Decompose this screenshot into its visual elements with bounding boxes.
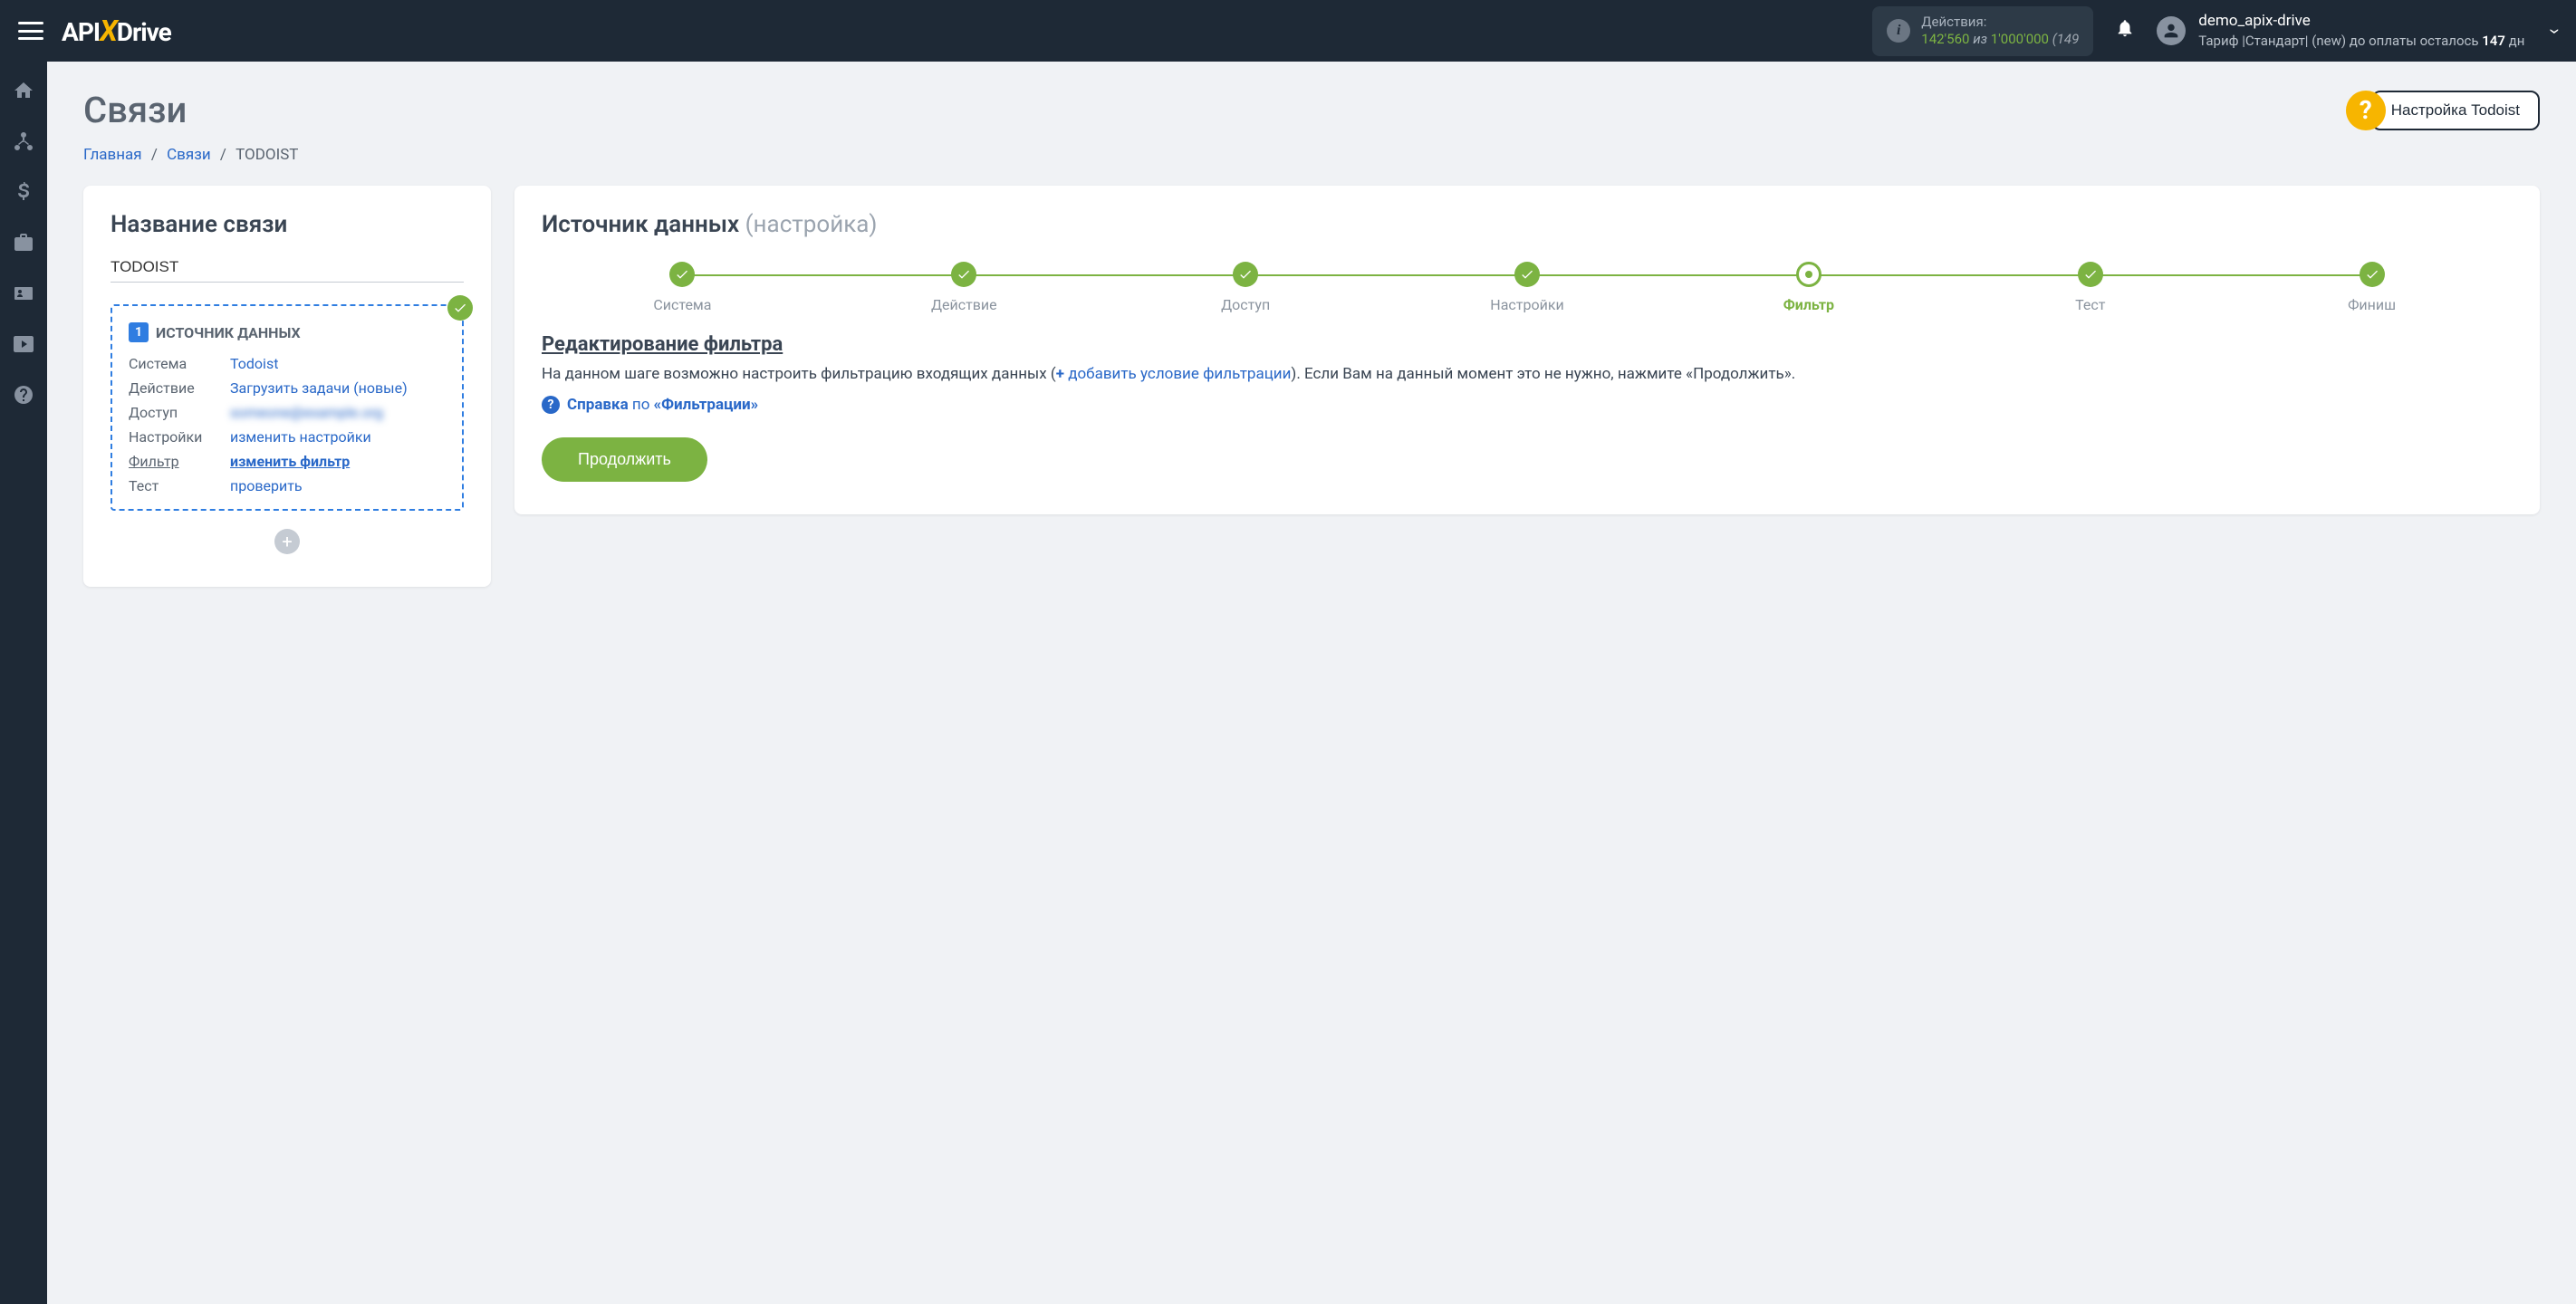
chevron-down-icon[interactable]: › [2543,28,2566,34]
setup-button[interactable]: Настройка Todoist [2371,91,2540,130]
user-block[interactable]: demo_apix-drive Тариф |Стандарт| (new) д… [2198,11,2524,50]
actions-counter[interactable]: i Действия: 142'560 из 1'000'000 (149 [1872,6,2093,56]
row-system-label: Система [129,355,219,372]
bell-icon[interactable] [2115,18,2135,43]
home-icon[interactable] [11,78,36,103]
row-system-value[interactable]: Todoist [230,355,446,372]
step-финиш[interactable]: Финиш [2231,262,2513,313]
main-content: Связи ? Настройка Todoist Главная / Связ… [47,62,2576,1304]
row-settings-value[interactable]: изменить настройки [230,428,446,446]
connection-name-card: Название связи 1 ИСТОЧНИК ДАННЫХ Система… [83,186,491,587]
help-icon[interactable] [11,382,36,408]
row-test-value[interactable]: проверить [230,477,446,494]
breadcrumb: Главная / Связи / TODOIST [83,146,2540,164]
step-фильтр[interactable]: Фильтр [1668,262,1949,313]
question-icon: ? [542,396,560,414]
step-система[interactable]: Система [542,262,823,313]
connection-name-input[interactable] [111,253,464,283]
step-настройки[interactable]: Настройки [1387,262,1668,313]
filter-heading: Редактирование фильтра [542,333,2513,356]
row-access-value[interactable]: someone@example.org [230,404,446,421]
row-action-value[interactable]: Загрузить задачи (новые) [230,379,446,397]
card-title: Название связи [111,211,464,238]
row-settings-label: Настройки [129,428,219,446]
breadcrumb-links[interactable]: Связи [167,146,211,164]
source-box-title: ИСТОЧНИК ДАННЫХ [156,324,301,341]
row-action-label: Действие [129,379,219,397]
connections-icon[interactable] [11,129,36,154]
app-header: APIXDrive i Действия: 142'560 из 1'000'0… [0,0,2576,62]
row-access-label: Доступ [129,404,219,421]
row-test-label: Тест [129,477,219,494]
page-title: Связи [83,89,187,131]
filter-description: На данном шаге возможно настроить фильтр… [542,363,2513,387]
data-source-config-card: Источник данных (настройка) СистемаДейст… [514,186,2540,514]
video-icon[interactable] [11,331,36,357]
continue-button[interactable]: Продолжить [542,437,707,482]
hamburger-menu[interactable] [18,22,43,40]
step-действие[interactable]: Действие [823,262,1105,313]
check-icon [447,295,473,321]
breadcrumb-current: TODOIST [235,146,298,164]
user-name: demo_apix-drive [2198,11,2524,32]
id-card-icon[interactable] [11,281,36,306]
data-source-box: 1 ИСТОЧНИК ДАННЫХ Система Todoist Действ… [111,304,464,511]
billing-icon[interactable] [11,179,36,205]
add-button[interactable]: + [274,529,300,554]
logo[interactable]: APIXDrive [62,14,171,48]
tariff-text: Тариф |Стандарт| (new) до оплаты осталос… [2198,32,2524,50]
step-доступ[interactable]: Доступ [1105,262,1387,313]
actions-label: Действия: [1921,14,2079,32]
help-link[interactable]: ? Справка по «Фильтрации» [542,396,2513,414]
briefcase-icon[interactable] [11,230,36,255]
source-number-badge: 1 [129,322,149,342]
sidebar [0,62,47,1304]
add-filter-link[interactable]: + добавить условие фильтрации [1056,365,1292,383]
card-title: Источник данных (настройка) [542,211,2513,238]
breadcrumb-home[interactable]: Главная [83,146,142,164]
stepper: СистемаДействиеДоступНастройкиФильтрТест… [542,262,2513,313]
step-тест[interactable]: Тест [1949,262,2231,313]
avatar-icon[interactable] [2157,16,2186,45]
row-filter-label: Фильтр [129,453,219,470]
info-icon: i [1887,19,1910,43]
row-filter-value[interactable]: изменить фильтр [230,453,446,470]
help-badge-icon[interactable]: ? [2346,91,2386,130]
